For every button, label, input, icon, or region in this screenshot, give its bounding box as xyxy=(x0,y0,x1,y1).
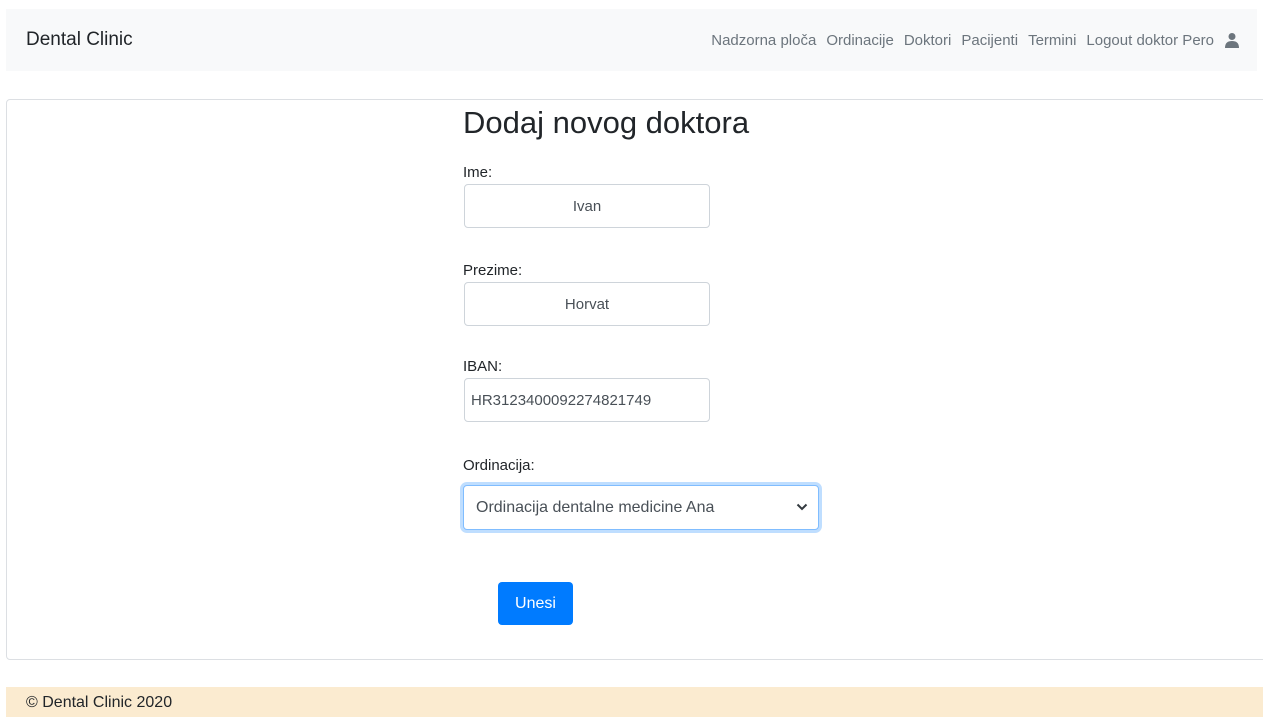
footer-copyright: © Dental Clinic 2020 xyxy=(26,694,173,711)
first-name-label: Ime: xyxy=(463,164,493,181)
last-name-input[interactable] xyxy=(464,282,710,326)
last-name-label: Prezime: xyxy=(463,262,523,279)
nav-link-logout[interactable]: Logout doktor Pero xyxy=(1086,32,1214,49)
navbar: Dental Clinic Nadzorna ploča Ordinacije … xyxy=(6,9,1257,71)
brand-link[interactable]: Dental Clinic xyxy=(26,9,133,71)
nav-link-clinics[interactable]: Ordinacije xyxy=(826,32,894,49)
chevron-down-icon xyxy=(796,503,808,511)
clinic-select[interactable]: Ordinacija dentalne medicine Ana xyxy=(463,485,819,530)
submit-button[interactable]: Unesi xyxy=(498,582,573,625)
clinic-select-value: Ordinacija dentalne medicine Ana xyxy=(476,498,715,516)
clinic-label: Ordinacija: xyxy=(463,457,535,474)
iban-input[interactable] xyxy=(464,378,710,422)
nav-link-patients[interactable]: Pacijenti xyxy=(961,32,1018,49)
first-name-input[interactable] xyxy=(464,184,710,228)
nav-link-dashboard[interactable]: Nadzorna ploča xyxy=(711,32,816,49)
nav-link-doctors[interactable]: Doktori xyxy=(904,32,952,49)
user-icon[interactable] xyxy=(1224,32,1240,48)
nav-links: Nadzorna ploča Ordinacije Doktori Pacije… xyxy=(711,9,1240,71)
footer: © Dental Clinic 2020 xyxy=(6,687,1263,717)
iban-label: IBAN: xyxy=(463,358,503,375)
page-title: Dodaj novog doktora xyxy=(463,105,750,140)
nav-link-appointments[interactable]: Termini xyxy=(1028,32,1076,49)
